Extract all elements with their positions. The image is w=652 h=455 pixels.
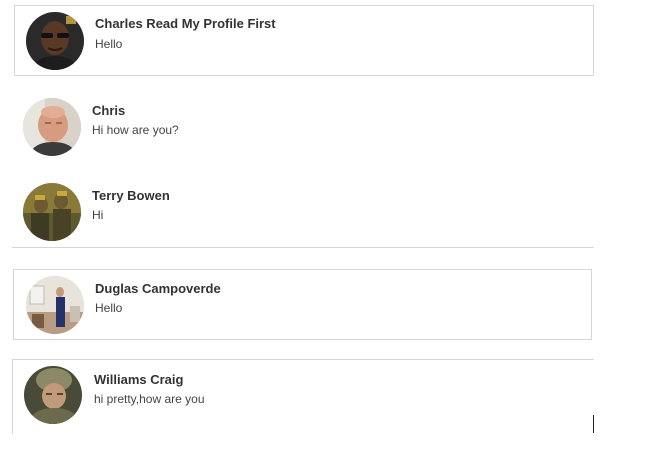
message-preview: Hi [92, 208, 104, 222]
conversation-item[interactable]: Williams Craig hi pretty,how are you [12, 359, 594, 434]
avatar [26, 276, 84, 334]
avatar-image [24, 366, 82, 424]
contact-name: Terry Bowen [92, 188, 170, 203]
contact-name: Chris [92, 103, 126, 118]
avatar [23, 183, 81, 241]
avatar [23, 98, 81, 156]
avatar-image [26, 276, 84, 334]
message-preview: hi pretty,how are you [94, 392, 205, 406]
conversation-item[interactable]: Duglas Campoverde Hello [13, 269, 592, 340]
message-preview: Hello [95, 37, 123, 51]
conversation-item[interactable]: Charles Read My Profile First Hello [14, 5, 594, 76]
list-divider [12, 247, 594, 248]
avatar [26, 12, 84, 70]
avatar-image [23, 98, 81, 156]
contact-name: Williams Craig [94, 372, 184, 387]
contact-name: Charles Read My Profile First [95, 16, 276, 31]
message-list: Charles Read My Profile First Hello Chri… [0, 0, 652, 455]
conversation-item[interactable]: Terry Bowen Hi [12, 178, 594, 246]
text-cursor [593, 415, 594, 433]
avatar [24, 366, 82, 424]
message-preview: Hi how are you? [92, 123, 179, 137]
contact-name: Duglas Campoverde [95, 281, 221, 296]
conversation-item[interactable]: Chris Hi how are you? [12, 92, 594, 162]
avatar-image [23, 183, 81, 241]
message-preview: Hello [95, 301, 123, 315]
avatar-image [26, 12, 84, 70]
